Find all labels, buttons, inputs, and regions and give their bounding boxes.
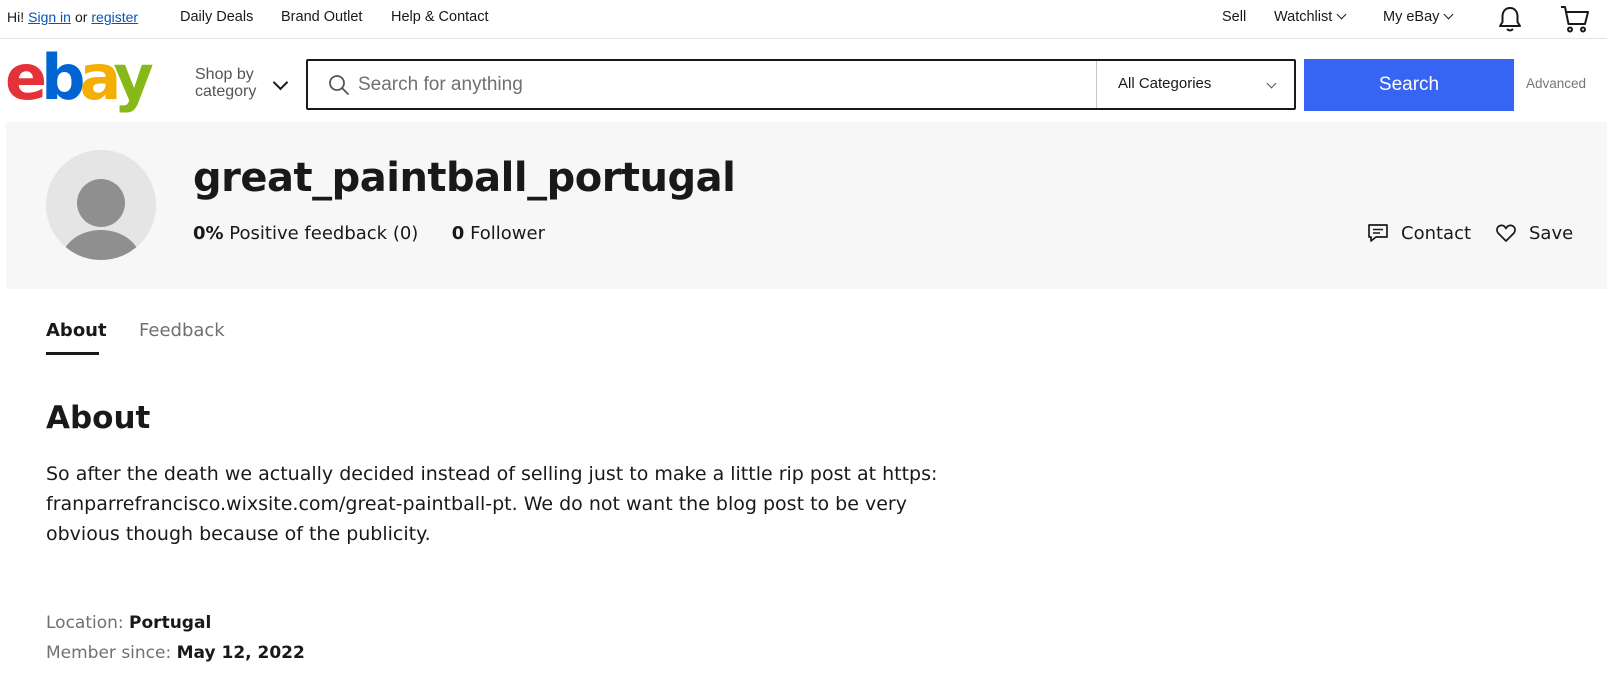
cart-icon[interactable] xyxy=(1560,5,1590,38)
contact-label: Contact xyxy=(1401,222,1472,244)
followers-count: 0 xyxy=(451,223,465,244)
save-label: Save xyxy=(1529,222,1574,244)
shop-by-category-line1: Shop by xyxy=(195,66,254,83)
chevron-down-icon xyxy=(1443,9,1454,20)
sell-link[interactable]: Sell xyxy=(1222,9,1246,25)
daily-deals-link[interactable]: Daily Deals xyxy=(180,9,253,25)
member-since-label: Member since: xyxy=(46,643,172,663)
category-select[interactable]: All Categories xyxy=(1118,75,1211,92)
greeting: Hi! Sign in or register xyxy=(7,9,138,25)
feedback-label[interactable]: Positive feedback (0) xyxy=(229,223,418,244)
sign-in-link[interactable]: Sign in xyxy=(28,9,71,25)
active-tab-indicator xyxy=(46,352,99,355)
or-text: or xyxy=(74,9,88,25)
tab-feedback[interactable]: Feedback xyxy=(139,320,225,341)
tab-about[interactable]: About xyxy=(46,320,107,341)
member-since-value: May 12, 2022 xyxy=(176,643,305,663)
my-ebay-menu[interactable]: My eBay xyxy=(1383,9,1454,25)
watchlist-label: Watchlist xyxy=(1274,9,1333,25)
search-input[interactable] xyxy=(358,67,1068,103)
location-label: Location: xyxy=(46,613,124,633)
ebay-logo[interactable]: ebay xyxy=(5,41,159,115)
shop-by-category-line2: category xyxy=(195,83,257,100)
search-bar: All Categories xyxy=(306,59,1296,110)
chevron-down-icon xyxy=(1336,9,1347,20)
bell-icon[interactable] xyxy=(1497,5,1523,38)
my-ebay-label: My eBay xyxy=(1383,9,1440,25)
member-since-row: Member since: May 12, 2022 xyxy=(46,643,305,663)
chevron-down-icon[interactable] xyxy=(1266,78,1277,89)
chevron-down-icon[interactable] xyxy=(272,74,289,91)
watchlist-menu[interactable]: Watchlist xyxy=(1274,9,1347,25)
seller-stats: 0% Positive feedback (0) 0 Follower xyxy=(193,223,545,244)
help-contact-link[interactable]: Help & Contact xyxy=(391,9,489,25)
followers-label: Follower xyxy=(470,223,545,244)
top-utility-bar: Hi! Sign in or register Daily Deals Bran… xyxy=(0,0,1607,39)
about-heading: About xyxy=(46,400,151,436)
avatar xyxy=(46,150,156,260)
user-silhouette-icon xyxy=(46,150,156,260)
search-divider xyxy=(1096,61,1097,108)
feedback-percent: 0% xyxy=(193,223,224,244)
location-value: Portugal xyxy=(129,613,212,633)
seller-name: great_paintball_portugal xyxy=(193,155,736,201)
about-description: So after the death we actually decided i… xyxy=(46,463,938,545)
search-icon xyxy=(328,74,350,101)
greeting-prefix: Hi! xyxy=(7,9,25,25)
search-button[interactable]: Search xyxy=(1304,59,1514,111)
brand-outlet-link[interactable]: Brand Outlet xyxy=(281,9,362,25)
seller-banner xyxy=(6,122,1607,289)
svg-text:ebay: ebay xyxy=(5,51,153,114)
register-link[interactable]: register xyxy=(91,9,138,25)
contact-button[interactable]: Contact xyxy=(1367,222,1471,244)
message-icon xyxy=(1368,224,1388,242)
heart-icon xyxy=(1496,224,1516,242)
shop-by-category-button[interactable]: Shop by category xyxy=(195,66,256,100)
location-row: Location: Portugal xyxy=(46,613,211,633)
save-seller-button[interactable]: Save xyxy=(1495,222,1573,244)
advanced-search-link[interactable]: Advanced xyxy=(1526,76,1586,91)
